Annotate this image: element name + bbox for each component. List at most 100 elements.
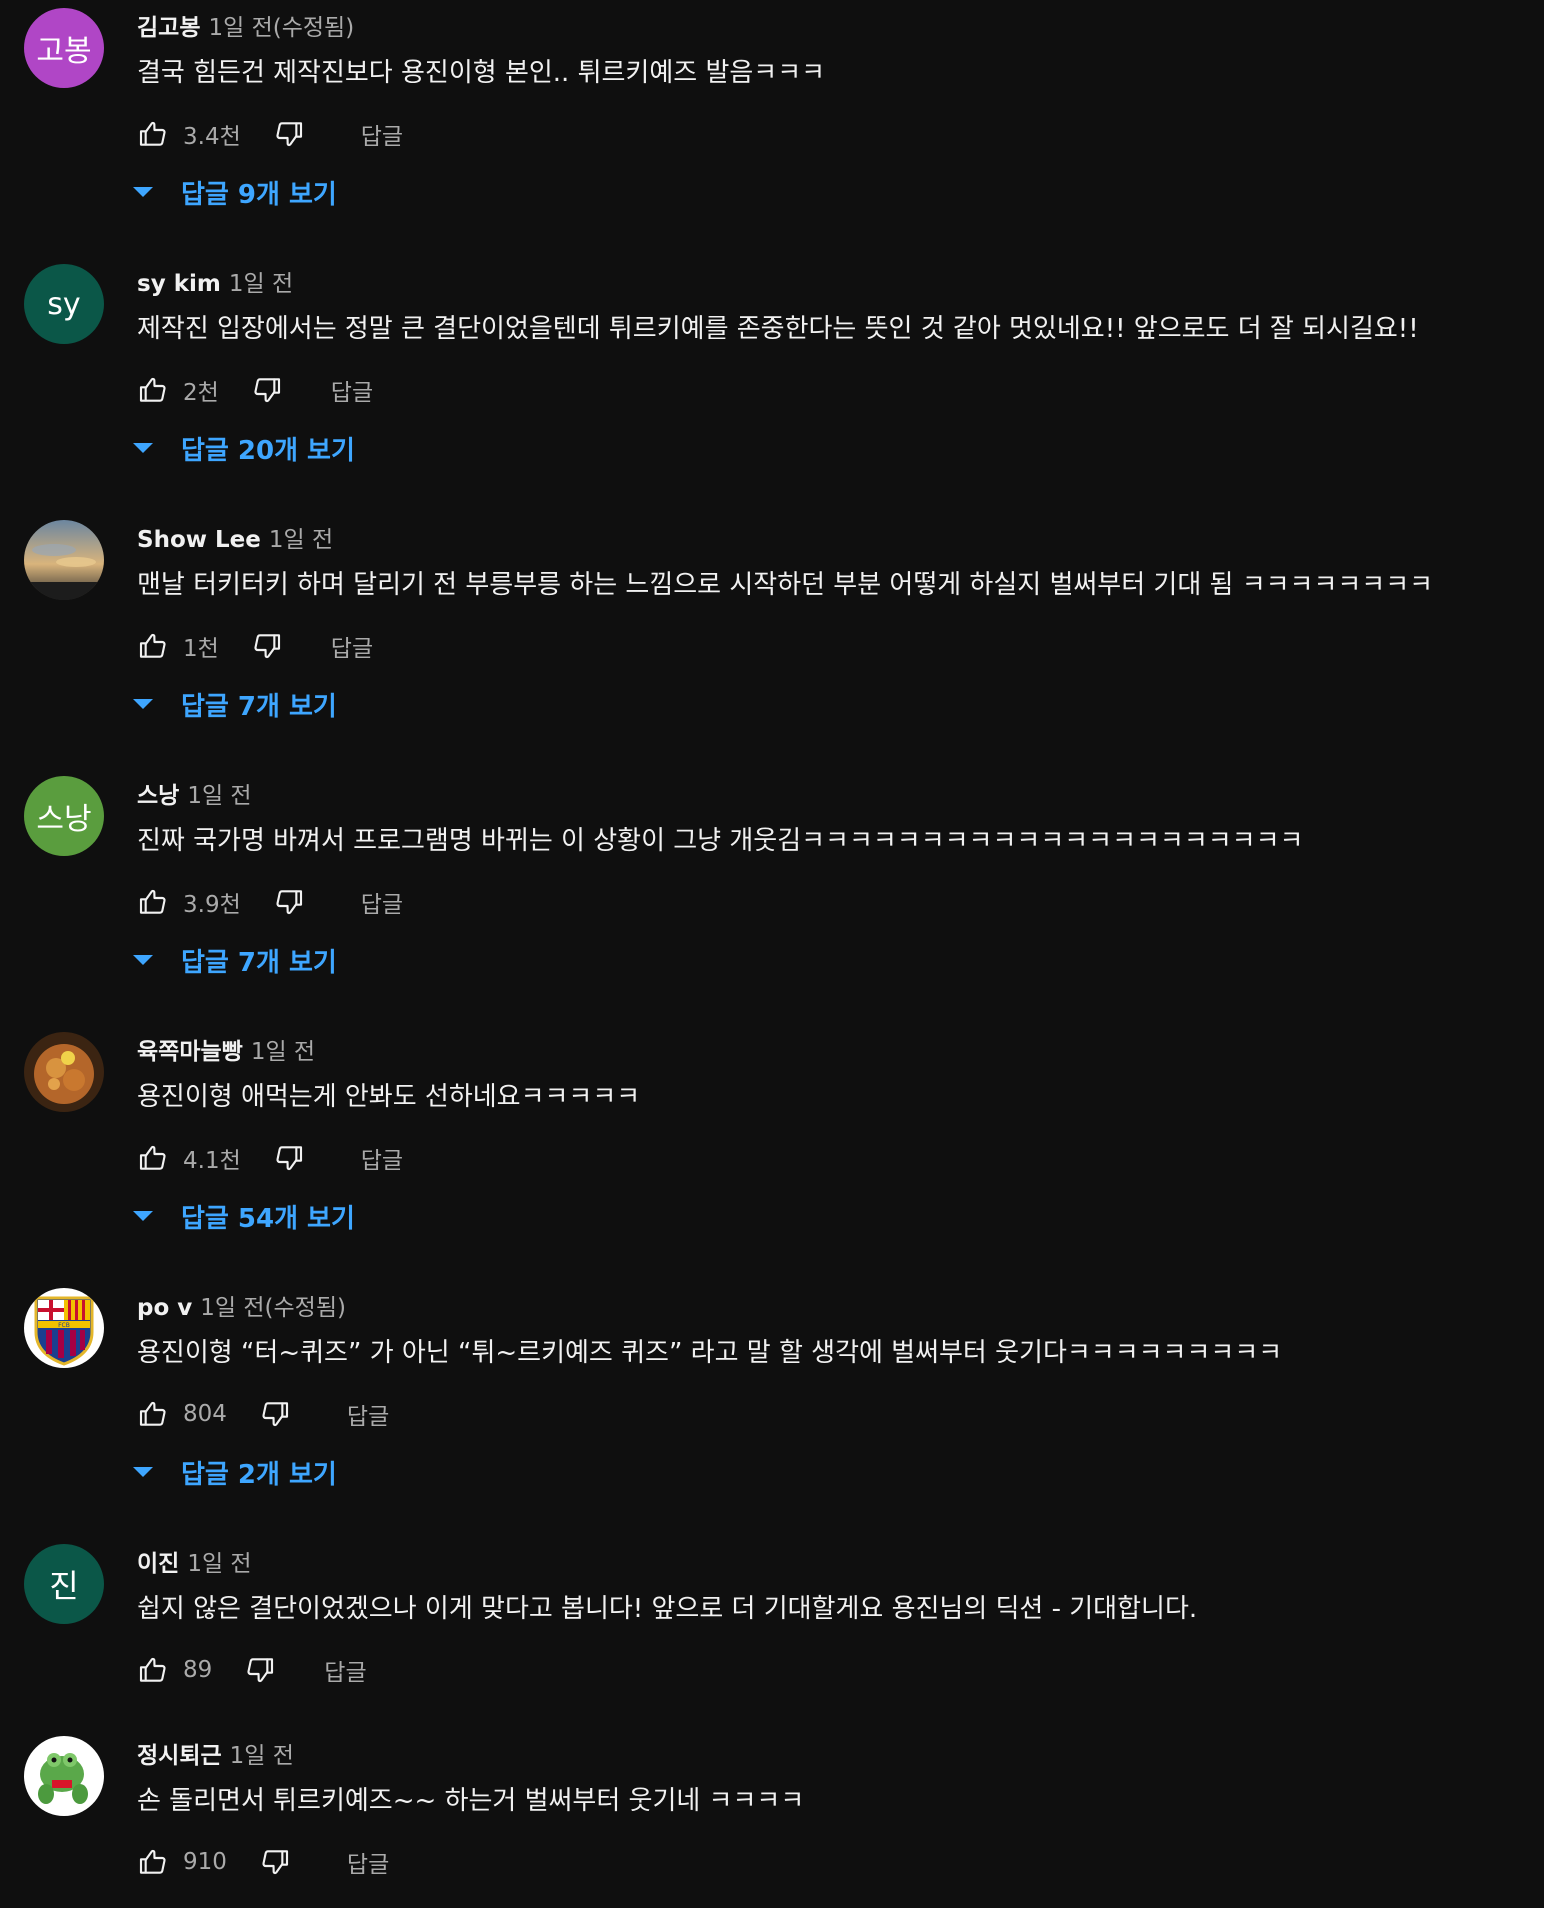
view-replies-button[interactable]: 답글 54개 보기 <box>133 1194 355 1238</box>
comment-time[interactable]: 1일 전(수정됨) <box>208 8 354 42</box>
view-replies-button[interactable]: 답글 20개 보기 <box>133 426 355 470</box>
comment-text: 용진이형 “터~퀴즈” 가 아닌 “튀~르키예즈 퀴즈” 라고 말 할 생각에 … <box>137 1338 1283 1368</box>
caret-down-icon <box>133 699 153 709</box>
avatar[interactable]: 진 <box>24 1544 104 1624</box>
comment-text: 진짜 국가명 바껴서 프로그램명 바뀌는 이 상황이 그냥 개웃김ㅋㅋㅋㅋㅋㅋㅋ… <box>137 826 1304 856</box>
comment-actions: 3.9천 답글 <box>137 880 403 924</box>
avatar[interactable]: FCB <box>24 1288 104 1368</box>
reply-button[interactable]: 답글 <box>347 1397 389 1431</box>
dislike-button[interactable] <box>273 118 305 150</box>
like-button[interactable] <box>137 1142 169 1174</box>
view-replies-label: 답글 7개 보기 <box>181 691 337 722</box>
like-count: 2천 <box>183 380 219 406</box>
author-name[interactable]: 육쪽마늘빵 <box>137 1032 243 1066</box>
comment-actions: 4.1천 답글 <box>137 1136 403 1180</box>
avatar-initials: 고봉 <box>36 34 92 69</box>
view-replies-label: 답글 54개 보기 <box>181 1203 355 1234</box>
dislike-button[interactable] <box>259 1398 291 1430</box>
like-count: 3.4천 <box>183 124 241 150</box>
avatar-initials: 스낭 <box>36 802 92 837</box>
reply-button[interactable]: 답글 <box>361 117 403 151</box>
thumbs-up-icon <box>139 1145 166 1170</box>
reply-button[interactable]: 답글 <box>361 1141 403 1175</box>
caret-down-icon <box>133 1467 153 1477</box>
caret-down-icon <box>133 1211 153 1221</box>
author-name[interactable]: po v <box>137 1295 192 1321</box>
author-name[interactable]: 김고봉 <box>137 8 200 42</box>
like-count: 804 <box>183 1401 227 1427</box>
like-button[interactable] <box>137 886 169 918</box>
avatar[interactable]: sy <box>24 264 104 344</box>
caret-down-icon <box>133 955 153 965</box>
author-name[interactable]: 이진 <box>137 1544 179 1578</box>
like-button[interactable] <box>137 1398 169 1430</box>
comment-header: 육쪽마늘빵 1일 전 <box>137 1032 315 1068</box>
view-replies-button[interactable]: 답글 7개 보기 <box>133 682 337 726</box>
author-name[interactable]: 정시퇴근 <box>137 1736 222 1770</box>
thumbs-down-icon <box>247 1658 274 1683</box>
comment-time[interactable]: 1일 전 <box>251 1032 315 1066</box>
view-replies-button[interactable]: 답글 7개 보기 <box>133 938 337 982</box>
comment-actions: 910 답글 <box>137 1840 389 1884</box>
thumbs-down-icon <box>262 1850 288 1875</box>
dislike-button[interactable] <box>251 374 283 406</box>
thumbs-down-icon <box>254 634 280 659</box>
frog-photo-avatar <box>24 1736 104 1816</box>
like-count: 89 <box>183 1657 213 1683</box>
like-button[interactable] <box>137 118 169 150</box>
comment-time[interactable]: 1일 전 <box>187 1544 251 1578</box>
thumbs-up-icon <box>139 1849 166 1874</box>
avatar[interactable]: 스낭 <box>24 776 104 856</box>
thumbs-up-icon <box>139 1657 166 1682</box>
comment-header: Show Lee 1일 전 <box>137 520 333 556</box>
avatar[interactable] <box>24 1736 104 1816</box>
like-button[interactable] <box>137 630 169 662</box>
svg-text:FCB: FCB <box>58 1322 70 1329</box>
dislike-button[interactable] <box>251 630 283 662</box>
author-name[interactable]: Show Lee <box>137 527 261 553</box>
dislike-button[interactable] <box>273 886 305 918</box>
like-count: 1천 <box>183 636 219 662</box>
comment-time[interactable]: 1일 전 <box>187 776 251 810</box>
thumbs-down-icon <box>276 122 302 147</box>
avatar[interactable] <box>24 1032 104 1112</box>
like-count: 3.9천 <box>183 892 241 918</box>
view-replies-label: 답글 20개 보기 <box>181 435 355 466</box>
dislike-button[interactable] <box>273 1142 305 1174</box>
comment-header: 스낭 1일 전 <box>137 776 252 812</box>
like-button[interactable] <box>137 1654 169 1686</box>
author-name[interactable]: 스낭 <box>137 776 179 810</box>
reply-button[interactable]: 답글 <box>331 373 373 407</box>
avatar[interactable]: 고봉 <box>24 8 104 88</box>
reply-button[interactable]: 답글 <box>347 1845 389 1879</box>
comment-time[interactable]: 1일 전 <box>229 264 293 298</box>
comment-actions: 1천 답글 <box>137 624 373 668</box>
view-replies-button[interactable]: 답글 2개 보기 <box>133 1450 337 1494</box>
view-replies-label: 답글 9개 보기 <box>181 179 337 210</box>
thumbs-down-icon <box>276 890 302 915</box>
author-name[interactable]: sy kim <box>137 271 221 297</box>
reply-button[interactable]: 답글 <box>324 1653 366 1687</box>
comment-text: 용진이형 애먹는게 안봐도 선하네요ㅋㅋㅋㅋㅋ <box>137 1082 641 1112</box>
like-button[interactable] <box>137 1846 169 1878</box>
reply-button[interactable]: 답글 <box>331 629 373 663</box>
dislike-button[interactable] <box>259 1846 291 1878</box>
comment-time[interactable]: 1일 전 <box>230 1736 294 1770</box>
comment-header: 정시퇴근 1일 전 <box>137 1736 294 1772</box>
thumbs-up-icon <box>139 633 166 658</box>
food-photo-avatar <box>24 1032 104 1112</box>
comment-time[interactable]: 1일 전 <box>269 520 333 554</box>
thumbs-up-icon <box>139 377 166 402</box>
like-count: 910 <box>183 1849 227 1875</box>
view-replies-label: 답글 7개 보기 <box>181 947 337 978</box>
avatar-initials: sy <box>47 286 81 322</box>
avatar[interactable] <box>24 520 104 600</box>
club-crest-avatar: FCB <box>24 1288 104 1368</box>
reply-button[interactable]: 답글 <box>361 885 403 919</box>
thumbs-down-icon <box>262 1402 288 1427</box>
like-button[interactable] <box>137 374 169 406</box>
view-replies-button[interactable]: 답글 9개 보기 <box>133 170 337 214</box>
dislike-button[interactable] <box>244 1654 276 1686</box>
comment-header: sy kim 1일 전 <box>137 264 293 300</box>
comment-time[interactable]: 1일 전(수정됨) <box>200 1288 346 1322</box>
